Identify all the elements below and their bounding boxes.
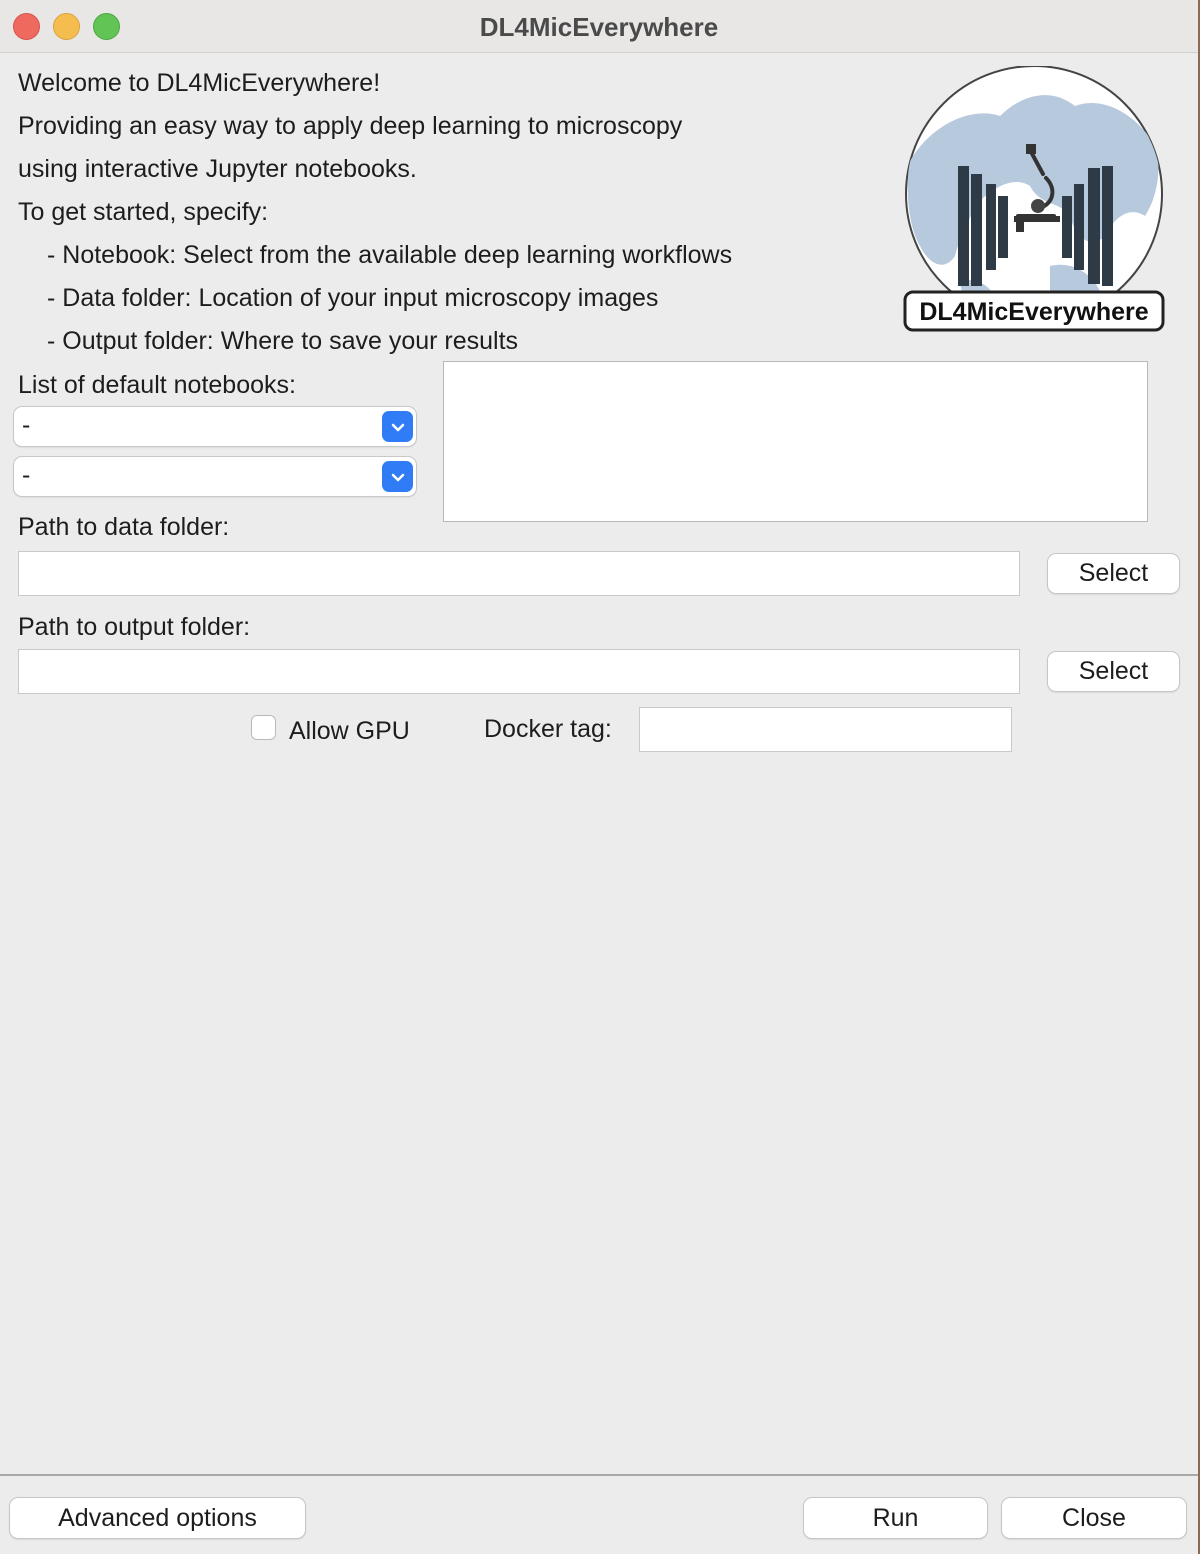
data-folder-label: Path to data folder: (18, 513, 230, 541)
title-bar: DL4MicEverywhere (0, 0, 1198, 53)
notebooks-label: List of default notebooks: (18, 371, 296, 399)
notebook-description-box (443, 361, 1148, 522)
docker-tag-label: Docker tag: (484, 715, 612, 743)
intro-line: Providing an easy way to apply deep lear… (18, 112, 683, 140)
intro-line: using interactive Jupyter notebooks. (18, 155, 417, 183)
window-title: DL4MicEverywhere (479, 12, 719, 42)
notebook-combo[interactable]: - (14, 407, 416, 446)
select-output-folder-button[interactable]: Select (1048, 652, 1179, 691)
logo-text: DL4MicEverywhere (919, 298, 1148, 326)
close-button[interactable]: Close (1002, 1498, 1186, 1538)
select-data-folder-button[interactable]: Select (1048, 554, 1179, 593)
docker-tag-input[interactable] (639, 707, 1012, 752)
footer-separator (0, 1474, 1198, 1476)
notebook-version-value: - (22, 461, 31, 489)
output-folder-input[interactable] (18, 649, 1020, 694)
intro-line: To get started, specify: (18, 198, 269, 226)
chevron-down-icon[interactable] (382, 461, 413, 492)
dl4miceverywhere-logo: DL4MicEverywhere (903, 66, 1165, 332)
intro-bullet-data: - Data folder: Location of your input mi… (47, 284, 659, 312)
output-folder-label: Path to output folder: (18, 613, 251, 641)
data-folder-input[interactable] (18, 551, 1020, 596)
intro-line: Welcome to DL4MicEverywhere! (18, 69, 381, 97)
intro-text: Welcome to DL4MicEverywhere! Providing a… (18, 62, 732, 363)
notebook-version-combo[interactable]: - (14, 457, 416, 496)
allow-gpu-checkbox[interactable] (251, 715, 276, 740)
chevron-down-icon[interactable] (382, 411, 413, 442)
notebook-combo-value: - (22, 411, 31, 439)
advanced-options-button[interactable]: Advanced options (10, 1498, 305, 1538)
run-button[interactable]: Run (804, 1498, 987, 1538)
allow-gpu-label: Allow GPU (289, 717, 410, 745)
intro-bullet-output: - Output folder: Where to save your resu… (47, 327, 519, 355)
intro-bullet-notebook: - Notebook: Select from the available de… (47, 241, 733, 269)
